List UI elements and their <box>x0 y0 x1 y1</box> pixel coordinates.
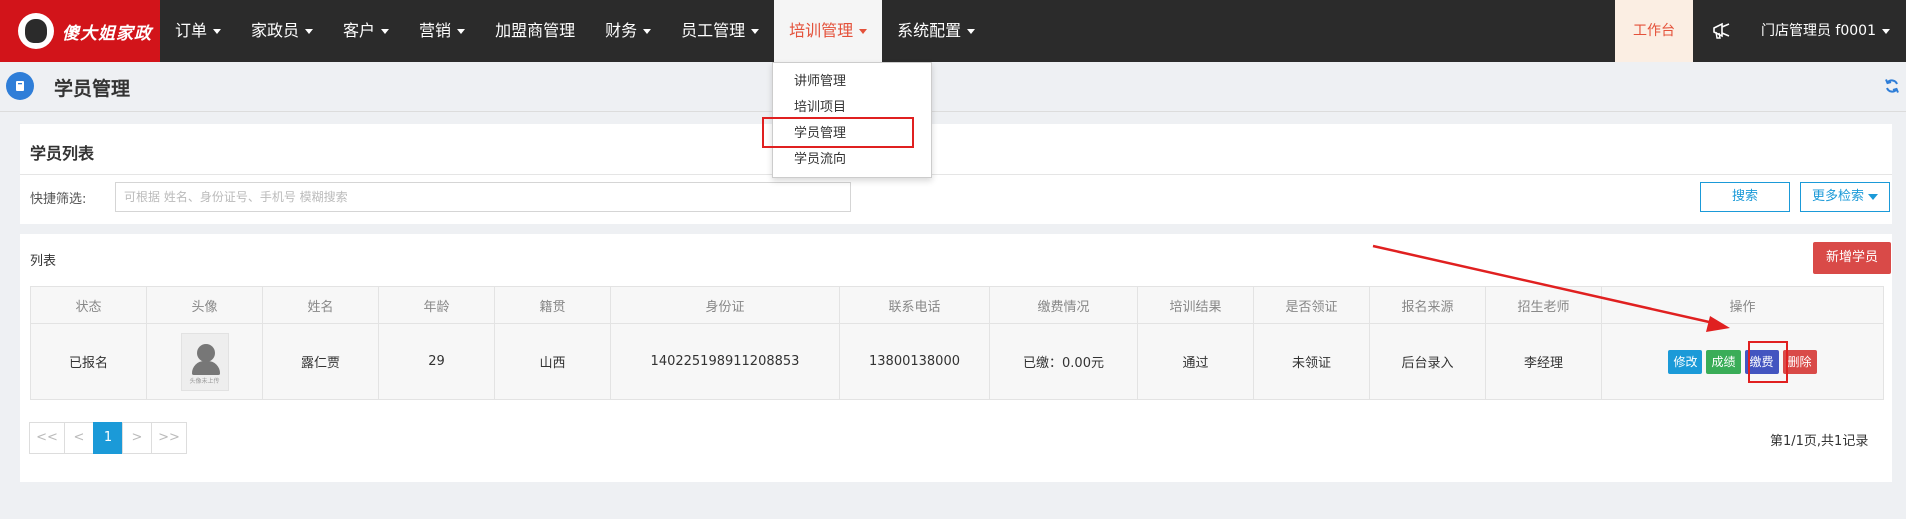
avatar: 头像未上传 <box>180 332 229 391</box>
cell-avatar: 头像未上传 <box>146 323 263 400</box>
nav-finance[interactable]: 财务 <box>590 0 666 62</box>
brand-logo[interactable]: 傻大姐家政 <box>0 0 160 62</box>
caret-down-icon <box>381 29 390 34</box>
quick-filter-label: 快捷筛选: <box>30 192 87 207</box>
column-header: 状态 <box>30 286 147 324</box>
menu-item-student-destination[interactable]: 学员流向 <box>773 147 931 173</box>
brand-name: 傻大姐家政 <box>62 23 152 44</box>
user-icon-body <box>191 360 220 375</box>
mascot-icon <box>18 13 54 49</box>
page-last-button[interactable]: >> <box>151 422 187 454</box>
cell-certificate: 未领证 <box>1253 323 1370 400</box>
pagination-info: 第1/1页,共1记录 <box>1770 434 1869 449</box>
column-header: 头像 <box>146 286 263 324</box>
nav-orders[interactable]: 订单 <box>160 0 236 62</box>
table-header-row: 状态 头像 姓名 年龄 籍贯 身份证 联系电话 缴费情况 培训结果 是否领证 报… <box>30 286 1884 324</box>
user-menu[interactable]: 门店管理员 f0001 <box>1751 0 1906 62</box>
column-header: 培训结果 <box>1137 286 1254 324</box>
column-header: 姓名 <box>262 286 379 324</box>
column-header: 报名来源 <box>1369 286 1486 324</box>
nav-system-config[interactable]: 系统配置 <box>882 0 990 62</box>
caret-down-icon <box>1882 28 1890 34</box>
page-prev-button[interactable]: < <box>64 422 94 454</box>
refresh-icon[interactable] <box>1884 78 1900 94</box>
cell-teacher: 李经理 <box>1485 323 1602 400</box>
edit-button[interactable]: 修改 <box>1668 349 1703 374</box>
caret-down-icon <box>643 29 652 34</box>
nav-staff[interactable]: 员工管理 <box>666 0 774 62</box>
page-title: 学员管理 <box>54 78 131 100</box>
cell-name: 露仁贾 <box>262 323 379 400</box>
workbench-button[interactable]: 工作台 <box>1614 0 1693 62</box>
search-input[interactable] <box>115 182 851 212</box>
page-number-button[interactable]: 1 <box>93 422 123 454</box>
book-icon <box>6 72 34 100</box>
menu-item-instructors[interactable]: 讲师管理 <box>773 69 931 95</box>
row-actions: 修改 成绩 缴费 删除 <box>1602 349 1883 374</box>
more-search-button[interactable]: 更多检索 <box>1800 182 1890 212</box>
column-header: 年龄 <box>378 286 495 324</box>
caret-down-icon <box>457 29 466 34</box>
column-header: 缴费情况 <box>989 286 1138 324</box>
table-row: 已报名 头像未上传 露仁贾 29 山西 140225198911208853 1… <box>30 323 1884 400</box>
notification-icon[interactable] <box>1693 0 1751 62</box>
menu-highlight-annotation <box>762 117 914 148</box>
column-header: 是否领证 <box>1253 286 1370 324</box>
add-student-button[interactable]: 新增学员 <box>1813 242 1891 274</box>
pay-highlight-annotation <box>1748 341 1788 383</box>
list-panel: 列表 新增学员 状态 头像 姓名 年龄 籍贯 身份证 联系电话 缴费情况 培训结… <box>20 234 1892 482</box>
user-icon <box>196 343 215 362</box>
cell-result: 通过 <box>1137 323 1254 400</box>
column-header: 招生老师 <box>1485 286 1602 324</box>
column-header: 身份证 <box>610 286 840 324</box>
main-nav: 订单 家政员 客户 营销 加盟商管理 财务 员工管理 培训管理 系统配置 <box>160 0 990 62</box>
cell-status: 已报名 <box>30 323 147 400</box>
pagination: << < 1 > >> <box>29 422 187 454</box>
caret-down-icon <box>305 29 314 34</box>
panel-title: 学员列表 <box>30 144 95 163</box>
caret-down-icon <box>751 29 760 34</box>
nav-training[interactable]: 培训管理 <box>774 0 883 62</box>
column-header: 操作 <box>1601 286 1884 324</box>
nav-customers[interactable]: 客户 <box>328 0 404 62</box>
search-button[interactable]: 搜索 <box>1700 182 1790 212</box>
caret-down-icon <box>859 29 868 34</box>
caret-down-icon <box>1868 193 1878 200</box>
page-header: 学员管理 <box>0 62 1906 112</box>
divider <box>20 174 1892 175</box>
nav-housekeepers[interactable]: 家政员 <box>236 0 328 62</box>
filter-panel: 学员列表 快捷筛选: 搜索 更多检索 <box>20 124 1892 224</box>
caret-down-icon <box>967 29 976 34</box>
column-header: 联系电话 <box>839 286 990 324</box>
student-table: 状态 头像 姓名 年龄 籍贯 身份证 联系电话 缴费情况 培训结果 是否领证 报… <box>30 286 1884 400</box>
caret-down-icon <box>213 29 222 34</box>
cell-hometown: 山西 <box>494 323 611 400</box>
avatar-caption: 头像未上传 <box>189 377 220 385</box>
right-nav: 工作台 门店管理员 f0001 <box>1614 0 1906 62</box>
nav-franchise[interactable]: 加盟商管理 <box>480 0 590 62</box>
nav-marketing[interactable]: 营销 <box>404 0 480 62</box>
page-next-button[interactable]: > <box>122 422 152 454</box>
cell-phone: 13800138000 <box>839 323 990 400</box>
top-navbar: 傻大姐家政 订单 家政员 客户 营销 加盟商管理 财务 员工管理 培训管理 系统… <box>0 0 1906 62</box>
cell-payment: 已缴：0.00元 <box>989 323 1138 400</box>
page-first-button[interactable]: << <box>29 422 65 454</box>
cell-id-card: 140225198911208853 <box>610 323 840 400</box>
cell-source: 后台录入 <box>1369 323 1486 400</box>
cell-actions: 修改 成绩 缴费 删除 <box>1601 323 1884 400</box>
cell-age: 29 <box>378 323 495 400</box>
grades-button[interactable]: 成绩 <box>1706 349 1741 374</box>
list-label: 列表 <box>30 254 57 269</box>
column-header: 籍贯 <box>494 286 611 324</box>
